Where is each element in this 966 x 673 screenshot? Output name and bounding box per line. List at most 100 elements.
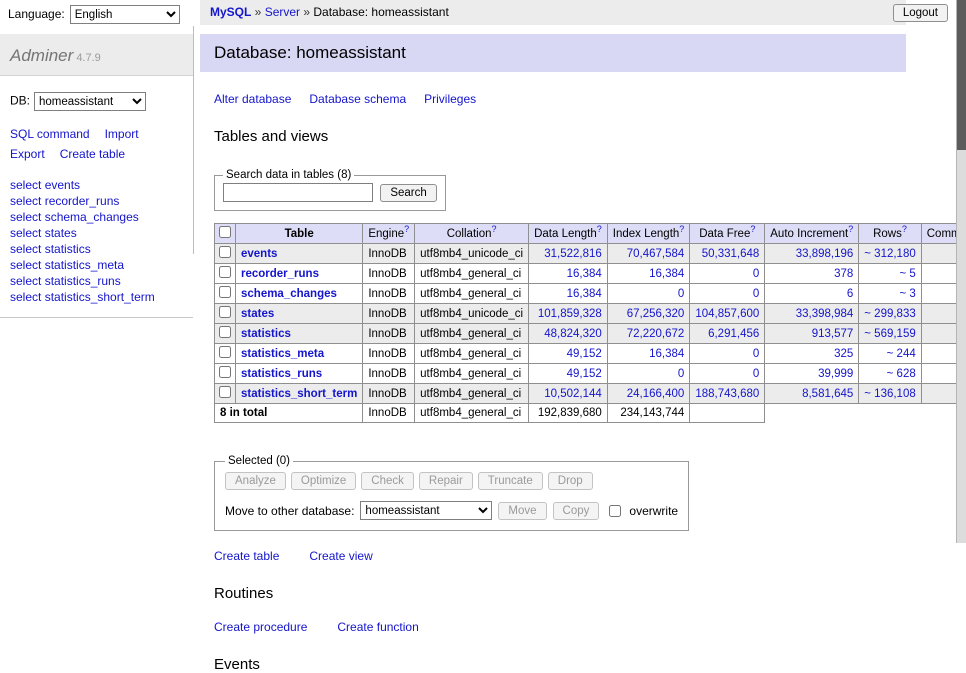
help-link[interactable]: ? (750, 224, 755, 234)
create-view-link[interactable]: Create view (309, 549, 372, 563)
select-link-statistics_meta[interactable]: select (10, 258, 41, 272)
rows-count-link[interactable]: ~ 5 (899, 268, 915, 280)
table-name-link-statistics_runs[interactable]: statistics_runs (241, 368, 322, 380)
data-length-link[interactable]: 16,384 (567, 268, 602, 280)
optimize-button[interactable]: Optimize (291, 472, 356, 490)
select-link-statistics_runs[interactable]: select (10, 274, 41, 288)
move-db-select[interactable]: homeassistant (360, 501, 492, 520)
create-procedure-link[interactable]: Create procedure (214, 620, 307, 634)
table-name-link-events[interactable]: events (241, 248, 277, 260)
help-link[interactable]: ? (404, 224, 409, 234)
search-input[interactable] (223, 183, 373, 202)
drop-button[interactable]: Drop (548, 472, 593, 490)
data-free-link[interactable]: 104,857,600 (695, 308, 759, 320)
data-length-link[interactable]: 101,859,328 (538, 308, 602, 320)
copy-button[interactable]: Copy (553, 502, 600, 520)
help-link[interactable]: ? (902, 224, 907, 234)
data-length-link[interactable]: 48,824,320 (544, 328, 602, 340)
help-link[interactable]: ? (848, 224, 853, 234)
data-length-link[interactable]: 49,152 (567, 348, 602, 360)
help-link[interactable]: ? (491, 224, 496, 234)
row-checkbox[interactable] (219, 366, 231, 378)
select-link-statistics_short_term[interactable]: select (10, 290, 41, 304)
data-free-link[interactable]: 6,291,456 (708, 328, 759, 340)
table-name-link-states[interactable]: states (241, 308, 274, 320)
data-length-link[interactable]: 31,522,816 (544, 248, 602, 260)
sidebar-table-link-recorder_runs[interactable]: recorder_runs (45, 194, 120, 208)
logout-button[interactable]: Logout (893, 4, 948, 22)
rows-count-link[interactable]: ~ 244 (887, 348, 916, 360)
select-all-checkbox[interactable] (219, 226, 231, 238)
auto-increment-link[interactable]: 913,577 (812, 328, 854, 340)
help-link[interactable]: ? (679, 224, 684, 234)
sidebar-table-link-statistics[interactable]: statistics (45, 242, 91, 256)
auto-increment-link[interactable]: 33,398,984 (796, 308, 854, 320)
help-link[interactable]: ? (597, 224, 602, 234)
table-name-link-schema_changes[interactable]: schema_changes (241, 288, 337, 300)
row-checkbox[interactable] (219, 306, 231, 318)
breadcrumb-link-mysql[interactable]: MySQL (210, 5, 251, 19)
sidebar-table-link-statistics_short_term[interactable]: statistics_short_term (45, 290, 155, 304)
sidebar-link-sql-command[interactable]: SQL command (10, 127, 90, 141)
select-link-statistics[interactable]: select (10, 242, 41, 256)
data-free-link[interactable]: 50,331,648 (702, 248, 760, 260)
index-length-link[interactable]: 0 (678, 368, 684, 380)
create-table-link[interactable]: Create table (214, 549, 279, 563)
select-link-recorder_runs[interactable]: select (10, 194, 41, 208)
alter-database-link[interactable]: Alter database (214, 92, 291, 106)
breadcrumb-link-server[interactable]: Server (265, 5, 300, 19)
sidebar-link-export[interactable]: Export (10, 147, 45, 161)
db-select[interactable]: homeassistant (34, 92, 146, 111)
sidebar-table-link-statistics_meta[interactable]: statistics_meta (45, 258, 124, 272)
rows-count-link[interactable]: ~ 312,180 (864, 248, 915, 260)
select-link-events[interactable]: select (10, 178, 41, 192)
index-length-link[interactable]: 24,166,400 (627, 388, 685, 400)
overwrite-checkbox[interactable] (609, 505, 621, 517)
index-length-link[interactable]: 70,467,584 (627, 248, 685, 260)
create-function-link[interactable]: Create function (337, 620, 418, 634)
row-checkbox[interactable] (219, 246, 231, 258)
row-checkbox[interactable] (219, 326, 231, 338)
privileges-link[interactable]: Privileges (424, 92, 476, 106)
data-length-link[interactable]: 49,152 (567, 368, 602, 380)
data-free-link[interactable]: 0 (753, 288, 759, 300)
data-length-link[interactable]: 16,384 (567, 288, 602, 300)
data-free-link[interactable]: 188,743,680 (695, 388, 759, 400)
database-schema-link[interactable]: Database schema (309, 92, 406, 106)
index-length-link[interactable]: 0 (678, 288, 684, 300)
language-select[interactable]: English (70, 5, 180, 24)
vertical-scrollbar[interactable] (956, 0, 966, 543)
check-button[interactable]: Check (361, 472, 414, 490)
move-button[interactable]: Move (498, 502, 546, 520)
row-checkbox[interactable] (219, 346, 231, 358)
sidebar-table-link-schema_changes[interactable]: schema_changes (45, 210, 139, 224)
index-length-link[interactable]: 67,256,320 (627, 308, 685, 320)
data-free-link[interactable]: 0 (753, 268, 759, 280)
auto-increment-link[interactable]: 6 (847, 288, 853, 300)
rows-count-link[interactable]: ~ 3 (899, 288, 915, 300)
data-free-link[interactable]: 0 (753, 348, 759, 360)
search-button[interactable]: Search (380, 184, 436, 202)
select-link-states[interactable]: select (10, 226, 41, 240)
scrollbar-thumb[interactable] (957, 0, 966, 150)
index-length-link[interactable]: 16,384 (649, 348, 684, 360)
table-name-link-statistics_short_term[interactable]: statistics_short_term (241, 388, 357, 400)
sidebar-link-create-table[interactable]: Create table (60, 147, 125, 161)
index-length-link[interactable]: 16,384 (649, 268, 684, 280)
data-free-link[interactable]: 0 (753, 368, 759, 380)
rows-count-link[interactable]: ~ 628 (887, 368, 916, 380)
auto-increment-link[interactable]: 33,898,196 (796, 248, 854, 260)
rows-count-link[interactable]: ~ 569,159 (864, 328, 915, 340)
sidebar-table-link-statistics_runs[interactable]: statistics_runs (45, 274, 121, 288)
table-name-link-statistics[interactable]: statistics (241, 328, 291, 340)
row-checkbox[interactable] (219, 266, 231, 278)
rows-count-link[interactable]: ~ 136,108 (864, 388, 915, 400)
auto-increment-link[interactable]: 325 (834, 348, 853, 360)
auto-increment-link[interactable]: 378 (834, 268, 853, 280)
repair-button[interactable]: Repair (419, 472, 473, 490)
auto-increment-link[interactable]: 39,999 (818, 368, 853, 380)
table-name-link-recorder_runs[interactable]: recorder_runs (241, 268, 319, 280)
index-length-link[interactable]: 72,220,672 (627, 328, 685, 340)
analyze-button[interactable]: Analyze (225, 472, 286, 490)
row-checkbox[interactable] (219, 386, 231, 398)
